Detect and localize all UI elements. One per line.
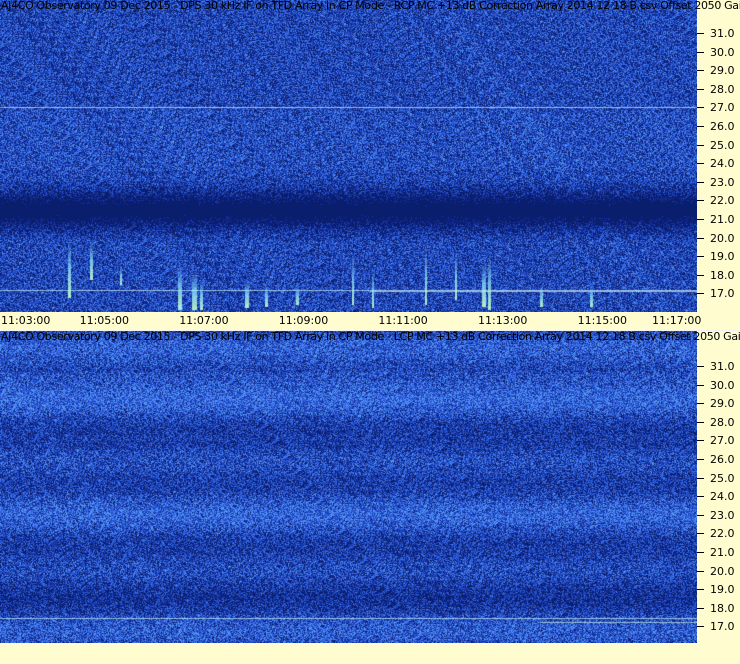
frequency-tick-label: 28.0 (710, 82, 735, 96)
time-tick-label: 11:07:00 (179, 314, 229, 327)
time-tick-label: 11:09:00 (278, 314, 329, 327)
time-tick-label: 11:17:00 (652, 314, 702, 327)
time-tick-label: 11:15:00 (577, 314, 627, 327)
frequency-tick-label: 27.0 (710, 101, 735, 115)
frequency-tick (697, 496, 704, 498)
frequency-tick-label: 20.0 (710, 564, 735, 578)
frequency-tick-label: 31.0 (710, 360, 735, 373)
frequency-tick-label: 26.0 (710, 453, 735, 466)
frequency-tick-label: 20.0 (710, 231, 735, 245)
rcp-spectrogram-panel: AJ4CO Observatory 09 Dec 2015 - DPS 30 k… (0, 0, 740, 330)
frequency-tick (697, 552, 704, 553)
frequency-tick-label: 18.0 (710, 268, 735, 282)
frequency-tick-label: 24.0 (710, 157, 735, 171)
frequency-tick-label: 24.0 (710, 490, 735, 504)
frequency-tick-label: 29.0 (710, 397, 735, 411)
lcp-panel-title: AJ4CO Observatory 09 Dec 2015 - DPS 30 k… (1, 330, 740, 343)
frequency-tick-label: 21.0 (710, 546, 735, 559)
frequency-tick (697, 274, 704, 276)
frequency-tick (697, 384, 704, 386)
frequency-tick (697, 589, 704, 591)
time-axis: 11:03:00 11:05:00 11:07:00 11:09:00 11:11:00… (0, 312, 740, 330)
frequency-tick (697, 477, 704, 479)
frequency-tick-label: 22.0 (710, 194, 735, 208)
time-tick-label: 11:13:00 (478, 314, 528, 327)
frequency-tick (697, 181, 704, 183)
frequency-tick (697, 88, 704, 90)
frequency-tick (697, 626, 704, 628)
frequency-tick (697, 200, 704, 202)
frequency-tick-label: 22.0 (710, 527, 735, 541)
frequency-tick (697, 107, 704, 109)
frequency-tick (697, 366, 704, 367)
frequency-tick-label: 25.0 (710, 471, 735, 485)
frequency-tick-label: 30.0 (710, 378, 735, 392)
frequency-tick-label: 23.0 (710, 175, 735, 189)
rcp-frequency-axis: 31.0 30.0 29.0 28.0 27.0 26.0 25.0 24.0 23.0 22.0… (697, 0, 740, 312)
lcp-frequency-axis: 31.0 30.0 29.0 28.0 27.0 26.0 25.0 24.0 23.0 22.0… (697, 331, 740, 664)
rcp-panel-title: AJ4CO Observatory 09 Dec 2015 - DPS 30 k… (1, 0, 740, 12)
frequency-tick (697, 237, 704, 239)
frequency-tick-label: 18.0 (710, 601, 735, 615)
frequency-tick-label: 21.0 (710, 213, 735, 226)
frequency-tick (697, 533, 704, 535)
rcp-spectrogram-plot (0, 0, 697, 312)
frequency-tick (697, 51, 704, 53)
frequency-tick-label: 27.0 (710, 434, 735, 448)
frequency-tick (697, 144, 704, 146)
rcp-spectrogram-canvas (0, 0, 697, 312)
frequency-tick (697, 440, 704, 442)
frequency-tick-label: 17.0 (710, 620, 735, 634)
frequency-tick (697, 459, 704, 460)
frequency-tick-label: 23.0 (710, 508, 735, 522)
frequency-tick (697, 421, 704, 423)
lcp-spectrogram-panel: AJ4CO Observatory 09 Dec 2015 - DPS 30 k… (0, 331, 740, 664)
frequency-tick-label: 28.0 (710, 415, 735, 429)
frequency-tick-label: 25.0 (710, 138, 735, 152)
frequency-tick-label: 19.0 (710, 250, 735, 264)
frequency-tick (697, 403, 704, 405)
frequency-tick-label: 26.0 (710, 120, 735, 133)
lcp-spectrogram-canvas (0, 331, 697, 643)
time-tick-label: 11:03:00 (1, 314, 51, 327)
time-tick-label: 11:11:00 (378, 314, 428, 327)
frequency-tick (697, 70, 704, 72)
frequency-tick-label: 29.0 (710, 64, 735, 78)
lcp-spectrogram-plot (0, 331, 697, 643)
frequency-tick (697, 256, 704, 258)
frequency-tick (697, 293, 704, 295)
frequency-tick (697, 570, 704, 572)
frequency-tick (697, 126, 704, 127)
frequency-tick-label: 31.0 (710, 27, 735, 40)
frequency-tick-label: 30.0 (710, 45, 735, 59)
frequency-tick (697, 163, 704, 165)
frequency-tick (697, 219, 704, 220)
lcp-bottom-strip (0, 643, 697, 664)
frequency-tick-label: 17.0 (710, 287, 735, 301)
frequency-tick (697, 607, 704, 609)
time-tick-label: 11:05:00 (79, 314, 129, 327)
frequency-tick (697, 33, 704, 34)
frequency-tick-label: 19.0 (710, 583, 735, 597)
frequency-tick (697, 514, 704, 516)
